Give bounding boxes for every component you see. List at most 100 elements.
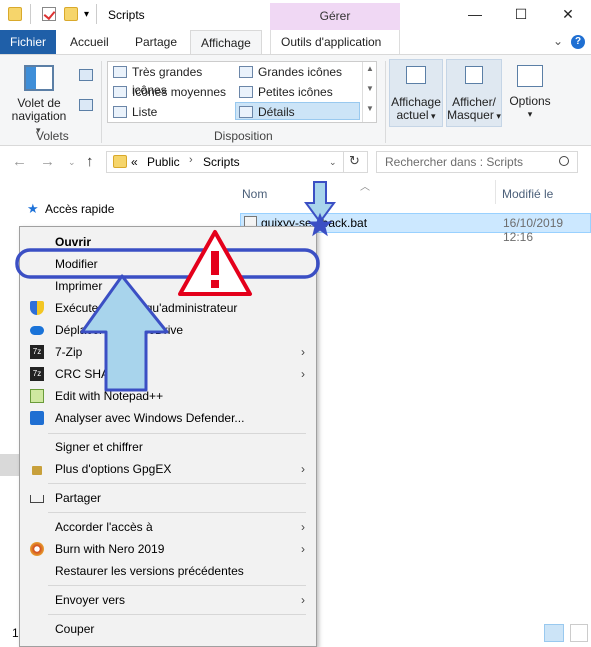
large-icons-view-icon[interactable] [570, 624, 588, 642]
options-button[interactable]: Options ▾ [506, 59, 554, 127]
chevron-down-icon[interactable]: ⌄ [329, 157, 337, 168]
breadcrumb-overflow[interactable]: « [131, 155, 138, 169]
layout-medium-icons[interactable]: Icônes moyennes [110, 83, 232, 101]
dropdown-arrow-icon: ▾ [493, 111, 501, 121]
large-icons-icon [239, 66, 253, 78]
minimize-button[interactable]: — [452, 0, 498, 30]
show-hide-button[interactable]: Afficher/ Masquer ▾ [446, 59, 502, 127]
layout-small-icons[interactable]: Petites icônes [236, 83, 358, 101]
details-icon [239, 106, 253, 118]
customize-toolbar-icon[interactable]: ▾ [84, 9, 89, 20]
tab-partage[interactable]: Partage [125, 30, 187, 54]
column-divider[interactable] [495, 180, 496, 204]
share-icon [30, 495, 44, 503]
cloud-icon [30, 326, 44, 335]
refresh-icon[interactable]: ↻ [349, 153, 360, 169]
help-icon[interactable]: ? [571, 35, 585, 49]
recent-locations-icon[interactable]: ⌄ [68, 157, 76, 168]
menu-item-restore-versions[interactable]: Restaurer les versions précédentes [21, 560, 317, 582]
collapse-ribbon-icon[interactable]: ⌄ [553, 34, 563, 48]
back-arrow-icon[interactable]: ← [12, 153, 27, 170]
group-separator [385, 61, 386, 143]
sort-up-icon: ︿ [360, 182, 370, 193]
breadcrumb-scripts[interactable]: Scripts [203, 155, 240, 169]
properties-icon[interactable] [42, 7, 56, 21]
menu-item-partager[interactable]: Partager [21, 487, 317, 509]
layout-list[interactable]: Liste [110, 103, 232, 121]
details-view-icon[interactable] [544, 624, 564, 642]
menu-item-nero[interactable]: Burn with Nero 2019 › [21, 538, 317, 560]
divider [30, 4, 31, 24]
close-button[interactable]: ✕ [545, 0, 591, 30]
menu-item-onedrive[interactable]: Déplacer vers OneDrive [21, 319, 317, 341]
up-arrow-icon[interactable]: ↑ [86, 153, 94, 170]
layout-details[interactable]: Détails [235, 102, 360, 120]
tab-fichier[interactable]: Fichier [0, 30, 56, 54]
address-row: ← → ⌄ ↑ « Public › Scripts ⌄ ↻ Recherche… [0, 146, 591, 180]
preview-pane-icon[interactable] [79, 69, 93, 81]
column-header-date[interactable]: Modifié le [502, 187, 553, 201]
ribbon-tabs: Fichier Accueil Partage Affichage Outils… [0, 30, 591, 54]
tab-outils-application[interactable]: Outils d'application [270, 30, 400, 54]
7zip-icon: 7z [30, 345, 44, 359]
search-icon[interactable] [559, 156, 569, 166]
menu-item-give-access[interactable]: Accorder l'accès à › [21, 516, 317, 538]
menu-item-run-as-admin[interactable]: Exécuter en tant qu'administrateur [21, 297, 317, 319]
navigation-pane-button[interactable]: Volet de navigation [6, 97, 72, 123]
forward-arrow-icon[interactable]: → [40, 153, 55, 170]
group-label-volets: Volets [36, 129, 69, 143]
context-menu: Ouvrir Modifier Imprimer Exécuter en tan… [19, 226, 317, 647]
layout-large-icons[interactable]: Grandes icônes [236, 63, 358, 81]
group-separator [101, 61, 102, 143]
menu-item-couper[interactable]: Couper [21, 618, 317, 640]
menu-item-defender[interactable]: Analyser avec Windows Defender... [21, 407, 317, 429]
menu-separator [48, 614, 306, 615]
shield-icon [30, 301, 44, 315]
tab-accueil[interactable]: Accueil [60, 30, 119, 54]
options-icon [517, 65, 543, 87]
maximize-button[interactable]: ☐ [498, 0, 544, 30]
ribbon-panel: Volet de navigation ▾ Volets Très grande… [0, 54, 591, 146]
current-view-button[interactable]: Affichage actuel ▾ [389, 59, 443, 127]
menu-separator [48, 483, 306, 484]
menu-item-modifier[interactable]: Modifier [21, 253, 317, 275]
details-pane-icon[interactable] [79, 99, 93, 111]
nav-selected-item[interactable] [0, 454, 19, 476]
title-bar: ▾ Scripts Gérer — ☐ ✕ [0, 0, 591, 30]
manage-context-tab[interactable]: Gérer [270, 3, 400, 30]
folder-icon [8, 7, 22, 21]
layout-scroll[interactable]: ▲ ▼ ▼ [362, 62, 377, 122]
options-label: Options [509, 94, 551, 108]
new-folder-icon[interactable] [64, 7, 78, 21]
search-placeholder: Rechercher dans : Scripts [385, 155, 524, 169]
layout-very-large-icons[interactable]: Très grandes icônes [110, 63, 232, 97]
menu-item-crc-sha[interactable]: 7z CRC SHA › [21, 363, 317, 385]
menu-separator [48, 433, 306, 434]
dropdown-arrow-icon: ▾ [428, 111, 436, 121]
chevron-right-icon[interactable]: › [189, 154, 193, 166]
show-hide-icon [465, 66, 483, 84]
menu-item-7zip[interactable]: 7z 7-Zip › [21, 341, 317, 363]
menu-item-ouvrir[interactable]: Ouvrir [21, 231, 317, 253]
show-hide-label-2: Masquer ▾ [447, 108, 501, 122]
current-view-icon [406, 66, 426, 84]
search-input[interactable]: Rechercher dans : Scripts [376, 151, 578, 173]
chevron-right-icon: › [301, 462, 305, 476]
tab-affichage[interactable]: Affichage [190, 30, 262, 54]
navigation-pane-icon[interactable] [24, 65, 54, 91]
address-bar[interactable]: « Public › Scripts ⌄ ↻ [106, 151, 368, 173]
menu-item-send-to[interactable]: Envoyer vers › [21, 589, 317, 611]
layout-gallery: Très grandes icônes Grandes icônes Icône… [107, 61, 377, 123]
menu-item-gpgex[interactable]: Plus d'options GpgEX › [21, 458, 317, 480]
divider [343, 152, 344, 172]
breadcrumb-public[interactable]: Public [147, 155, 180, 169]
menu-item-notepadpp[interactable]: Edit with Notepad++ [21, 385, 317, 407]
menu-separator [48, 512, 306, 513]
file-date: 16/10/2019 12:16 [503, 216, 564, 244]
column-header-name[interactable]: Nom [242, 187, 267, 201]
quick-access-link[interactable]: Accès rapide [45, 202, 114, 216]
small-icons-icon [239, 86, 253, 98]
menu-item-sign-encrypt[interactable]: Signer et chiffrer [21, 436, 317, 458]
menu-item-imprimer[interactable]: Imprimer [21, 275, 317, 297]
item-count: 1 [12, 626, 19, 640]
